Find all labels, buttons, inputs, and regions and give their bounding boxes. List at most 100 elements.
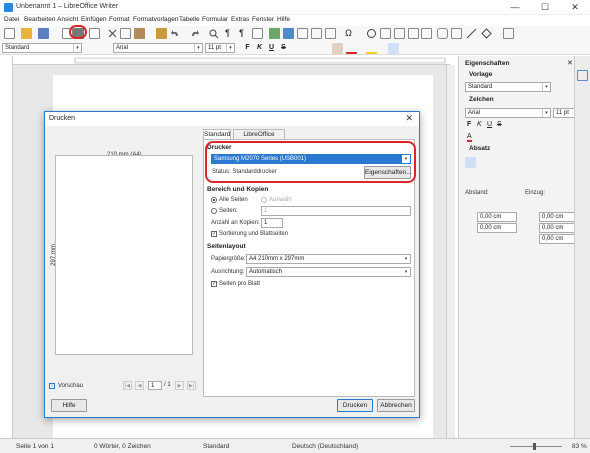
page-number-field[interactable]: 1 — [148, 381, 162, 390]
line-icon[interactable] — [466, 28, 477, 39]
preview-checkbox[interactable]: ✓ — [49, 383, 55, 389]
indent-increase-icon[interactable] — [501, 43, 512, 54]
insert-textbox-icon[interactable] — [297, 28, 308, 39]
draw-functions-icon[interactable] — [503, 28, 514, 39]
sidebar-align-left-icon[interactable] — [465, 157, 476, 168]
sidebar-font-color-button[interactable]: A — [467, 133, 472, 142]
pages-radio[interactable] — [211, 208, 217, 214]
undo-icon[interactable] — [170, 28, 181, 39]
chevron-down-icon[interactable]: ▾ — [542, 83, 550, 91]
chevron-down-icon[interactable]: ▾ — [226, 44, 234, 52]
clone-format-icon[interactable] — [156, 28, 167, 39]
bullets-icon[interactable] — [443, 43, 454, 54]
print-preview-icon[interactable] — [89, 28, 100, 39]
style-inspector-tab-icon[interactable] — [577, 140, 588, 151]
properties-tab-icon[interactable] — [577, 70, 588, 81]
paper-size-select[interactable]: A4 210mm x 297mm ▾ — [246, 254, 411, 264]
spacing-below-field[interactable]: 0,00 cm — [477, 223, 517, 233]
sidebar-justify-icon[interactable] — [501, 157, 512, 168]
shapes-icon[interactable] — [481, 28, 492, 39]
spacing-above-field[interactable]: 0,00 cm — [477, 212, 517, 222]
page-tab-icon[interactable] — [577, 126, 588, 137]
sidebar-align-center-icon[interactable] — [477, 157, 488, 168]
strikethrough-button[interactable]: S — [279, 43, 288, 52]
subscript-icon[interactable] — [304, 43, 315, 54]
numbering-icon[interactable] — [461, 43, 472, 54]
pages-field[interactable]: 1 — [261, 206, 411, 216]
section-vorlage[interactable]: Vorlage — [469, 71, 492, 78]
update-style-icon[interactable] — [86, 42, 97, 53]
dialog-close-icon[interactable]: ✕ — [405, 113, 413, 124]
manage-changes-tab-icon[interactable] — [577, 154, 588, 165]
cancel-button[interactable]: Abbrechen — [377, 399, 415, 412]
sidebar-italic-button[interactable]: K — [477, 121, 482, 128]
close-button[interactable]: ✕ — [560, 1, 590, 14]
bookmark-icon[interactable] — [408, 28, 419, 39]
track-changes-icon[interactable] — [451, 28, 462, 39]
endnote-icon[interactable] — [394, 28, 405, 39]
first-page-icon[interactable]: |◀ — [123, 381, 132, 390]
font-size-combo[interactable]: 11 pt ▾ — [205, 43, 235, 53]
paragraph-style-combo[interactable]: Standard ▾ — [2, 43, 82, 53]
menu-ansicht[interactable]: Ansicht — [57, 16, 78, 23]
insert-field-icon[interactable] — [325, 28, 336, 39]
help-button[interactable]: Hilfe — [51, 399, 87, 412]
last-page-icon[interactable]: ▶| — [187, 381, 196, 390]
font-name-combo[interactable]: Arial ▾ — [113, 43, 203, 53]
outline-icon[interactable] — [480, 43, 491, 54]
spellcheck-icon[interactable]: ¶ — [222, 28, 233, 39]
orientation-select[interactable]: Automatisch ▾ — [246, 267, 411, 277]
redo-icon[interactable] — [189, 28, 200, 39]
bold-button[interactable]: F — [243, 43, 252, 52]
align-center-icon[interactable] — [401, 43, 412, 54]
menu-tabelle[interactable]: Tabelle — [179, 16, 200, 23]
horizontal-ruler[interactable] — [13, 56, 450, 65]
cut-icon[interactable] — [107, 28, 118, 39]
design-tab-icon[interactable] — [577, 168, 588, 179]
status-zoom[interactable]: 83 % — [572, 443, 587, 450]
chevron-down-icon[interactable]: ▾ — [542, 109, 550, 117]
status-style[interactable]: Standard — [203, 443, 229, 450]
justify-icon[interactable] — [427, 43, 438, 54]
open-folder-icon[interactable] — [21, 28, 32, 39]
vertical-scrollbar[interactable] — [446, 65, 455, 438]
highlight-color-icon[interactable] — [366, 43, 377, 54]
status-page[interactable]: Seite 1 von 1 — [16, 443, 54, 450]
sidebar-style-combo[interactable]: Standard ▾ — [465, 82, 551, 92]
para-spacing-icon[interactable] — [553, 43, 564, 54]
sidebar-align-right-icon[interactable] — [489, 157, 500, 168]
hyperlink-icon[interactable] — [366, 28, 377, 39]
section-zeichen[interactable]: Zeichen — [469, 96, 494, 103]
all-pages-radio[interactable] — [211, 197, 217, 203]
section-absatz[interactable]: Absatz — [469, 145, 490, 152]
underline-button[interactable]: U — [267, 43, 276, 52]
next-page-icon[interactable]: ▶ — [175, 381, 184, 390]
special-character-icon[interactable]: Ω — [343, 28, 354, 39]
maximize-button[interactable]: ☐ — [530, 1, 560, 14]
insert-page-break-icon[interactable] — [311, 28, 322, 39]
superscript-icon[interactable] — [292, 43, 303, 54]
menu-format[interactable]: Format — [109, 16, 130, 23]
indent-before-field[interactable]: 0,00 cm — [539, 212, 575, 222]
menu-bearbeiten[interactable]: Bearbeiten — [24, 16, 55, 23]
italic-button[interactable]: K — [255, 43, 264, 52]
zoom-slider[interactable] — [510, 446, 562, 447]
styles-tab-icon[interactable] — [577, 84, 588, 95]
new-style-icon[interactable] — [98, 42, 109, 53]
insert-chart-icon[interactable] — [283, 28, 294, 39]
align-left-icon[interactable] — [388, 43, 399, 54]
menu-datei[interactable]: Datei — [4, 16, 19, 23]
gallery-tab-icon[interactable] — [577, 98, 588, 109]
more-options-icon[interactable] — [570, 43, 581, 54]
find-replace-icon[interactable] — [208, 28, 219, 39]
sidebar-size-combo[interactable]: 11 pt — [553, 108, 575, 118]
clear-formatting-icon[interactable] — [332, 43, 343, 54]
menu-hilfe[interactable]: Hilfe — [277, 16, 290, 23]
formatting-marks-icon[interactable]: ¶ — [236, 28, 247, 39]
chevron-down-icon[interactable]: ▾ — [194, 44, 202, 52]
indent-decrease-icon[interactable] — [514, 43, 525, 54]
menu-einfuegen[interactable]: Einfügen — [81, 16, 107, 23]
chevron-down-icon[interactable]: ▾ — [402, 268, 410, 276]
line-spacing-icon[interactable] — [531, 43, 542, 54]
menu-formatvorlagen[interactable]: Formatvorlagen — [133, 16, 179, 23]
